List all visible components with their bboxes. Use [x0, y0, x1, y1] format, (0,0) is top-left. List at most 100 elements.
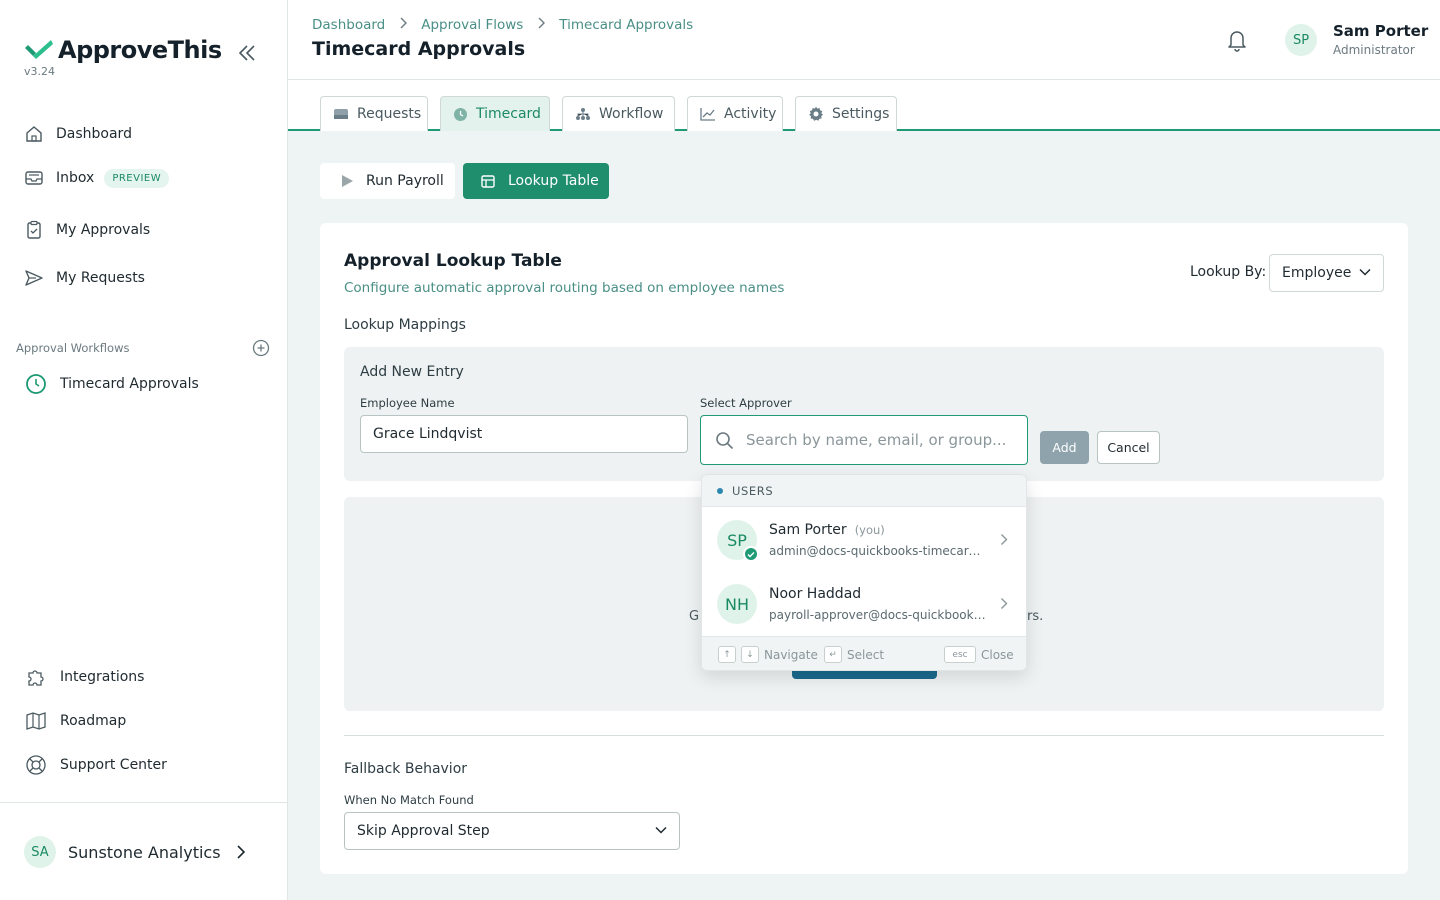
add-entry-title: Add New Entry: [360, 364, 464, 380]
employee-name-input[interactable]: Grace Lindqvist: [360, 415, 688, 453]
select-hint: ↵ Select: [824, 646, 884, 663]
tray-icon: [333, 107, 349, 121]
workflows-section-label: Approval Workflows: [16, 341, 130, 355]
page-title: Timecard Approvals: [312, 38, 526, 60]
play-icon: [342, 175, 353, 187]
fallback-label: When No Match Found: [344, 793, 474, 807]
table-icon: [481, 174, 495, 188]
chevron-down-icon: [1359, 268, 1371, 276]
section-divider: [344, 735, 1384, 736]
clipboard-check-icon: [24, 220, 44, 240]
esc-key: esc: [944, 646, 976, 663]
tab-workflow[interactable]: Workflow: [562, 96, 675, 131]
tab-requests[interactable]: Requests: [320, 96, 428, 131]
nav-integrations[interactable]: Integrations: [24, 667, 144, 687]
user-avatar: NH: [717, 584, 757, 624]
map-icon: [24, 711, 48, 731]
arrow-down-key: ↓: [741, 646, 759, 663]
chevron-right-icon: [537, 17, 546, 33]
chevron-right-icon: [1001, 534, 1008, 545]
dropdown-user-option[interactable]: SP Sam Porter (you) admin@docs-quickbooks…: [702, 508, 1026, 572]
lifebuoy-icon: [24, 755, 48, 775]
add-button[interactable]: Add: [1040, 431, 1089, 464]
lookup-mappings-label: Lookup Mappings: [344, 317, 466, 333]
nav-my-approvals[interactable]: My Approvals: [24, 220, 150, 240]
dropdown-user-option[interactable]: NH Noor Haddad payroll-approver@docs-qui…: [702, 572, 1026, 636]
org-name: Sunstone Analytics: [68, 842, 221, 862]
workflow-timecard-approvals[interactable]: Timecard Approvals: [24, 372, 199, 396]
dropdown-user-name-text: Sam Porter: [769, 522, 847, 538]
enter-key: ↵: [824, 646, 842, 663]
user-avatar[interactable]: SP: [1285, 24, 1317, 56]
run-payroll-button[interactable]: Run Payroll: [320, 163, 455, 199]
tab-settings-label: Settings: [832, 106, 890, 122]
dropdown-keyboard-hints: ↑ ↓ Navigate ↵ Select esc Close: [702, 636, 1026, 670]
approver-dropdown: USERS SP Sam Porter (you) admin@docs-quic…: [701, 474, 1027, 671]
nav-roadmap[interactable]: Roadmap: [24, 711, 126, 731]
approver-search-input[interactable]: Search by name, email, or group...: [700, 415, 1028, 465]
org-avatar: SA: [24, 836, 56, 868]
breadcrumb-timecard-approvals[interactable]: Timecard Approvals: [559, 17, 693, 33]
lookup-by-select[interactable]: Employee: [1269, 254, 1384, 292]
clock-icon: [24, 372, 48, 396]
send-icon: [24, 268, 44, 288]
lookup-table-button[interactable]: Lookup Table: [463, 163, 609, 199]
section-dot-icon: [717, 487, 723, 494]
tab-timecard[interactable]: Timecard: [440, 96, 550, 131]
verified-check-icon: [743, 546, 759, 562]
run-payroll-label: Run Payroll: [366, 173, 444, 189]
app-logo[interactable]: ApproveThis: [24, 36, 222, 64]
you-tag: (you): [854, 523, 885, 537]
breadcrumb-approval-flows[interactable]: Approval Flows: [421, 17, 523, 33]
bell-icon[interactable]: [1226, 28, 1248, 52]
org-switcher[interactable]: SA Sunstone Analytics: [24, 836, 247, 868]
select-label: Select: [847, 647, 885, 662]
tab-workflow-label: Workflow: [599, 106, 664, 122]
nav-my-requests[interactable]: My Requests: [24, 268, 145, 288]
fallback-title: Fallback Behavior: [344, 761, 468, 777]
nav-dashboard[interactable]: Dashboard: [24, 124, 132, 144]
home-icon: [24, 124, 44, 144]
nav-my-requests-label: My Requests: [56, 270, 145, 286]
gear-icon: [808, 106, 824, 122]
fallback-value: Skip Approval Step: [357, 823, 490, 839]
dropdown-user-name: Noor Haddad: [769, 586, 862, 602]
add-workflow-icon[interactable]: [252, 339, 270, 357]
clock-icon: [453, 107, 468, 122]
nav-inbox[interactable]: Inbox PREVIEW: [24, 168, 170, 188]
tab-bar: Requests Timecard Workflow Activity Sett…: [288, 80, 1440, 131]
tab-activity[interactable]: Activity: [687, 96, 783, 131]
dropdown-user-name: Sam Porter (you): [769, 522, 885, 538]
approver-search-placeholder: Search by name, email, or group...: [746, 431, 1007, 449]
breadcrumb-dashboard[interactable]: Dashboard: [312, 17, 385, 33]
navigate-hint: ↑ ↓ Navigate: [718, 646, 818, 663]
nav-inbox-label: Inbox: [56, 170, 95, 186]
chart-line-icon: [700, 107, 716, 121]
close-hint: esc Close: [944, 646, 1014, 663]
cancel-button[interactable]: Cancel: [1097, 431, 1160, 464]
nav-my-approvals-label: My Approvals: [56, 222, 151, 238]
dropdown-user-email: admin@docs-quickbooks-timecard-ro...: [769, 544, 987, 558]
dropdown-user-email: payroll-approver@docs-quickbooks-ti...: [769, 608, 987, 622]
puzzle-icon: [24, 667, 48, 687]
inbox-icon: [24, 168, 44, 188]
card-subtitle: Configure automatic approval routing bas…: [344, 280, 785, 296]
arrow-up-key: ↑: [718, 646, 736, 663]
nav-roadmap-label: Roadmap: [60, 713, 127, 729]
chevron-down-icon: [655, 826, 667, 834]
tab-settings[interactable]: Settings: [795, 96, 897, 131]
sidebar: ApproveThis v3.24 Dashboard Inbox PREVIE…: [0, 0, 288, 900]
workflow-timecard-label: Timecard Approvals: [60, 376, 199, 392]
user-name[interactable]: Sam Porter: [1333, 22, 1428, 40]
dropdown-section-header: USERS: [702, 475, 1026, 507]
tab-activity-label: Activity: [724, 106, 777, 122]
close-label: Close: [981, 647, 1014, 662]
collapse-sidebar-icon[interactable]: [236, 42, 258, 64]
chevron-right-icon: [1001, 598, 1008, 609]
nav-support-center[interactable]: Support Center: [24, 755, 167, 775]
dropdown-section-label: USERS: [732, 483, 774, 498]
fallback-select[interactable]: Skip Approval Step: [344, 812, 680, 850]
tab-requests-label: Requests: [357, 106, 422, 122]
nav-dashboard-label: Dashboard: [56, 126, 132, 142]
navigate-label: Navigate: [764, 647, 818, 662]
